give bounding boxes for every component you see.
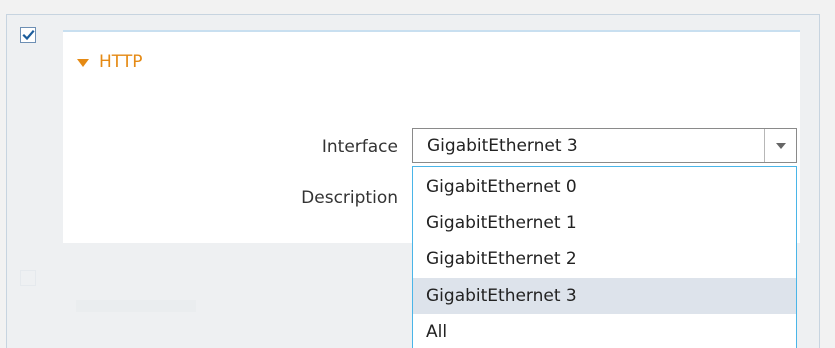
interface-dropdown-list: GigabitEthernet 0 GigabitEthernet 1 Giga… — [412, 166, 797, 348]
section-header-http[interactable]: HTTP — [77, 52, 143, 72]
interface-label: Interface — [321, 137, 398, 157]
select-arrow-button[interactable] — [764, 129, 796, 162]
interface-select-value: GigabitEthernet 3 — [427, 136, 578, 156]
dropdown-option[interactable]: All — [413, 314, 796, 348]
canvas: HTTP Interface Description GigabitEthern… — [0, 0, 835, 348]
chevron-down-icon — [776, 143, 786, 149]
dropdown-option-selected[interactable]: GigabitEthernet 3 — [413, 278, 796, 314]
dropdown-option[interactable]: GigabitEthernet 1 — [413, 205, 796, 241]
description-label: Description — [301, 188, 398, 208]
section-title: HTTP — [99, 52, 143, 72]
check-icon — [22, 29, 35, 41]
triangle-down-icon[interactable] — [77, 58, 89, 67]
dropdown-option[interactable]: GigabitEthernet 0 — [413, 169, 796, 205]
faint-checkbox-below — [20, 270, 36, 286]
dropdown-option[interactable]: GigabitEthernet 2 — [413, 241, 796, 277]
faint-section-below — [76, 300, 196, 312]
enable-checkbox[interactable] — [20, 27, 36, 43]
interface-select[interactable]: GigabitEthernet 3 — [412, 128, 797, 163]
